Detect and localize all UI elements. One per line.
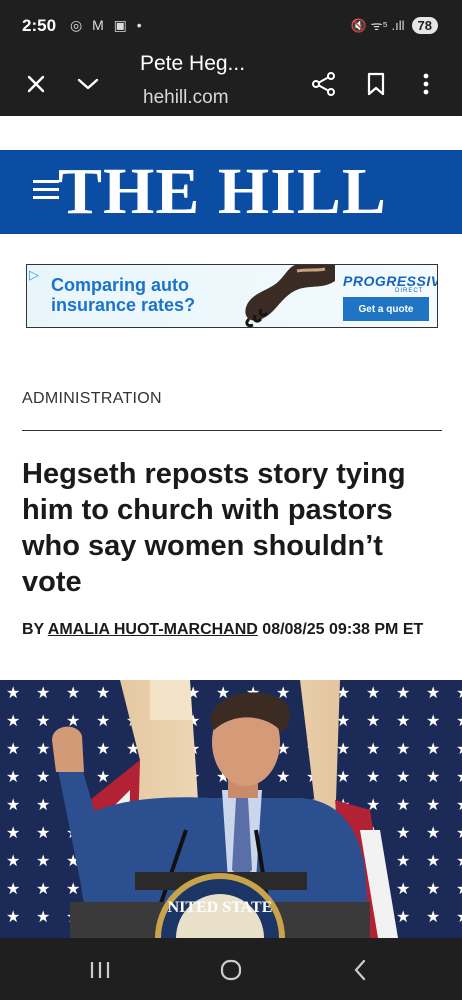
notification-icons: ◎ M ▣ • [70,17,145,33]
bookmark-icon[interactable] [358,66,394,102]
page-title: Pete Heg... [140,52,246,75]
dog-paw-image [245,265,335,327]
status-bar: 2:50 ◎ M ▣ • 🔇 ᯤ⁵ .ıll 78 [0,0,462,52]
more-vert-icon[interactable] [408,66,444,102]
ad-banner[interactable]: ▷ Comparing auto insurance rates? PROGRE… [26,264,438,328]
hamburger-icon[interactable] [33,180,59,204]
ad-headline: Comparing auto insurance rates? [51,275,196,315]
article-byline: BY AMALIA HUOT-MARCHAND 08/08/25 09:38 P… [22,620,447,640]
recent-apps-icon[interactable] [80,956,120,984]
article-timestamp: 08/08/25 09:38 PM ET [257,621,424,638]
page-url[interactable]: hehill.com [143,87,229,109]
get-quote-button[interactable]: Get a quote [343,297,429,321]
share-icon[interactable] [306,66,342,102]
battery-indicator: 78 [411,16,438,34]
status-time: 2:50 [22,16,57,35]
back-icon[interactable] [340,956,380,984]
hero-image: ★ [0,680,462,938]
ad-brand: PROGRESSIVE [343,273,437,289]
section-label[interactable]: ADMINISTRATION [22,390,162,408]
close-icon[interactable] [18,66,54,102]
section-divider [22,430,442,431]
seal-text: NITED STATE [168,899,273,916]
byline-prefix: BY [22,621,48,638]
article-headline: Hegseth reposts story tying him to churc… [22,458,406,598]
home-icon[interactable] [211,956,251,984]
ad-choices-icon[interactable]: ▷ [29,267,39,283]
signal-icons: 🔇 ᯤ⁵ .ıll [350,18,405,33]
system-nav-bar [0,938,462,1000]
site-masthead: THE HILL [0,150,462,234]
browser-toolbar: Pete Heg... hehill.com [0,52,462,116]
site-logo[interactable]: THE HILL [58,156,387,228]
status-right: 🔇 ᯤ⁵ .ıll 78 [351,16,438,34]
chevron-down-icon[interactable] [70,66,106,102]
ad-brand-sub: DIRECT [395,288,424,294]
author-link[interactable]: AMALIA HUOT-MARCHAND [48,621,258,638]
